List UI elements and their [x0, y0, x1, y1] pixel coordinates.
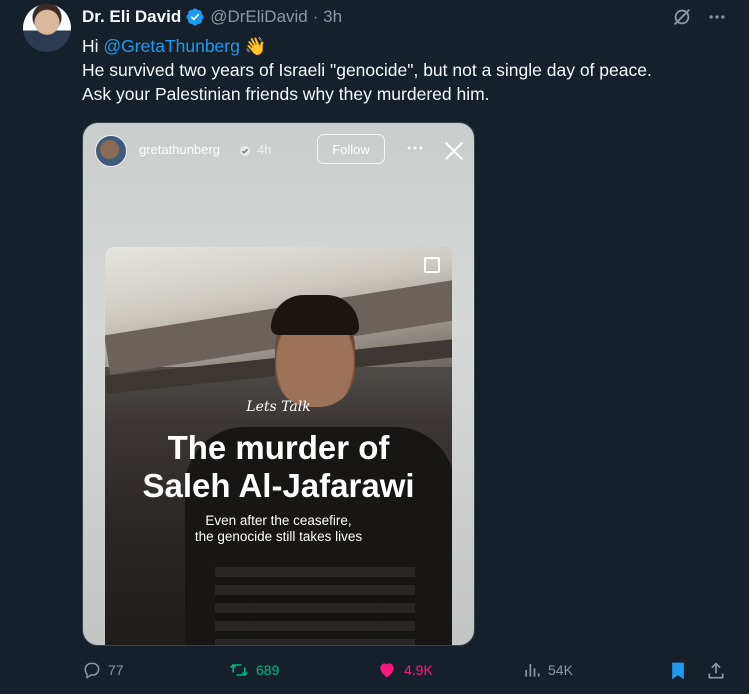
tweet-top-actions [671, 6, 727, 28]
tweet-line-1: He survived two years of Israeli "genoci… [82, 60, 652, 80]
retweet-count: 689 [256, 662, 280, 678]
story-time: 4h [257, 142, 272, 157]
tweet-actions: 77 689 4.9K 54K [0, 660, 749, 688]
like-button[interactable]: 4.9K [376, 660, 433, 680]
tweet-header: Dr. Eli David @DrEliDavid · 3h [82, 6, 342, 28]
story-avatar [95, 135, 127, 167]
poster-vest [215, 567, 415, 645]
more-icon[interactable] [707, 7, 727, 27]
views-icon [522, 660, 542, 680]
story-username: gretathunberg [139, 142, 220, 157]
poster-title-line-1: The murder of [167, 429, 390, 466]
author-handle[interactable]: @DrEliDavid [210, 7, 308, 27]
poster-title: The murder of Saleh Al-Jafarawi [105, 429, 452, 505]
tweet-line-2: Ask your Palestinian friends why they mu… [82, 84, 490, 104]
follow-button: Follow [317, 134, 385, 164]
poster-subtitle-line-2: the genocide still takes lives [194, 529, 363, 544]
heart-icon [376, 660, 398, 680]
embedded-media[interactable]: gretathunberg 4h Follow Lets Talk The mu… [82, 122, 475, 646]
poster-script-text: Lets Talk [246, 399, 311, 415]
bookmark-icon [668, 660, 688, 682]
grok-icon[interactable] [671, 6, 693, 28]
like-count: 4.9K [404, 662, 433, 678]
poster-title-line-2: Saleh Al-Jafarawi [142, 467, 415, 504]
views-count: 54K [548, 662, 573, 678]
avatar[interactable] [23, 4, 71, 52]
tweet-text: Hi @GretaThunberg 👋 He survived two year… [82, 34, 732, 106]
greeting: Hi [82, 36, 99, 56]
mention-link[interactable]: @GretaThunberg [103, 36, 239, 56]
reply-button[interactable]: 77 [82, 660, 124, 680]
poster-subtitle-line-1: Even after the ceasefire, [205, 513, 352, 528]
tweet-time[interactable]: · 3h [313, 7, 342, 27]
share-icon [706, 660, 726, 682]
bookmark-button[interactable] [668, 660, 688, 682]
close-icon [443, 140, 465, 167]
reply-count: 77 [108, 662, 124, 678]
verified-badge-icon [185, 7, 205, 27]
views-button[interactable]: 54K [522, 660, 573, 680]
story-header: gretathunberg 4h Follow [83, 123, 474, 179]
story-poster-image: Lets Talk The murder of Saleh Al-Jafaraw… [105, 247, 452, 645]
story-verified-icon [239, 144, 251, 162]
retweet-icon [228, 660, 250, 680]
share-button[interactable] [706, 660, 726, 682]
square-icon [424, 257, 440, 273]
poster-subtitle: Even after the ceasefire, the genocide s… [105, 513, 452, 545]
reply-icon [82, 660, 102, 680]
wave-emoji: 👋 [244, 36, 267, 56]
poster-person-hair [271, 295, 359, 335]
author-name[interactable]: Dr. Eli David [82, 7, 181, 27]
story-more-icon [405, 138, 425, 163]
retweet-button[interactable]: 689 [228, 660, 279, 680]
